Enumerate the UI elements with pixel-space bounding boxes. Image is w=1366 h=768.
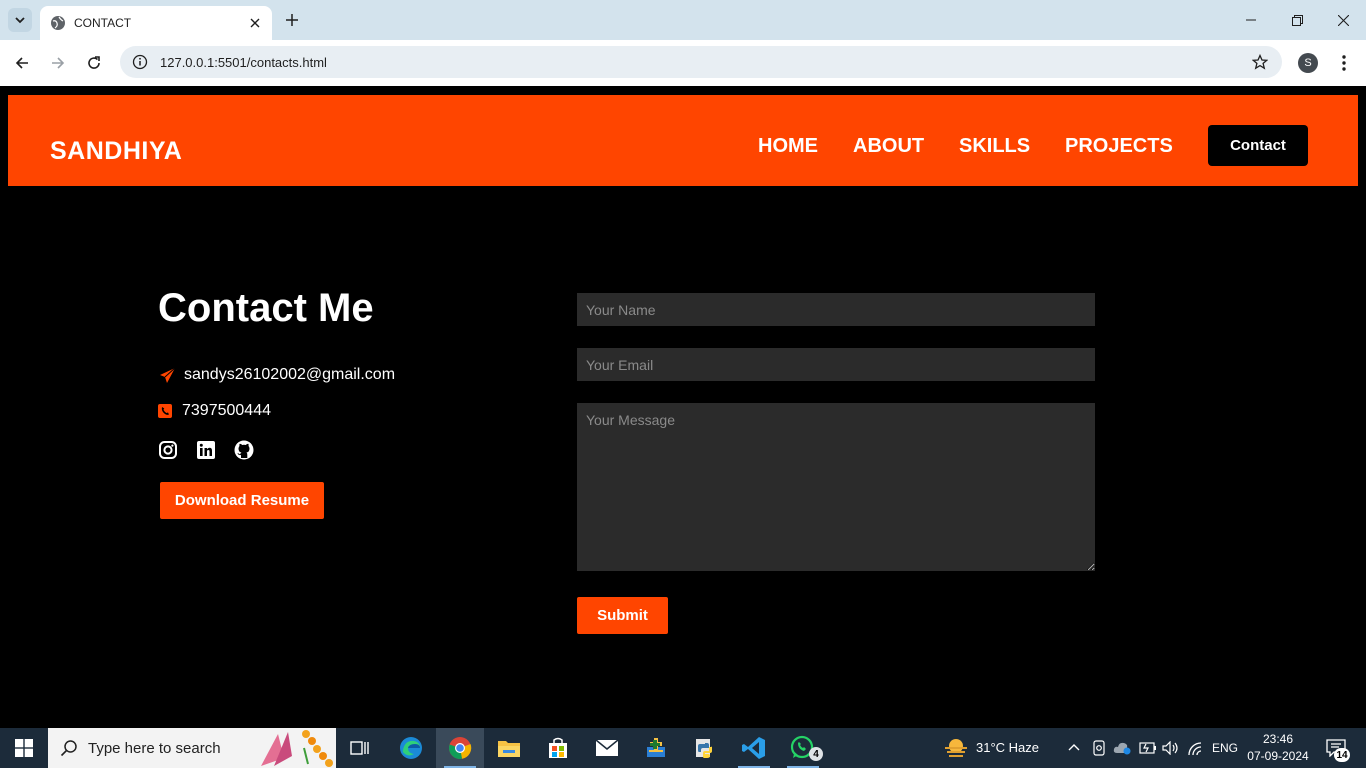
festival-decoration-icon	[261, 730, 333, 767]
email-text[interactable]: sandys26102002@gmail.com	[184, 366, 395, 384]
taskbar: Type here to search 4 31°C Haze ENG 23:4…	[0, 728, 1366, 768]
site-info-icon[interactable]	[132, 54, 148, 70]
forward-button[interactable]	[44, 49, 72, 77]
task-view-button[interactable]	[336, 728, 384, 768]
close-icon	[250, 18, 260, 28]
tab-search-dropdown[interactable]	[8, 8, 32, 32]
camera-icon[interactable]	[1092, 740, 1106, 756]
mail-icon	[595, 739, 619, 756]
chevron-up-icon[interactable]	[1068, 742, 1080, 752]
new-tab-button[interactable]	[280, 8, 304, 32]
nav-home[interactable]: HOME	[758, 135, 818, 158]
github-icon[interactable]	[234, 440, 254, 460]
nav-skills[interactable]: SKILLS	[959, 135, 1030, 158]
email-field[interactable]	[577, 348, 1095, 381]
whatsapp-badge: 4	[809, 747, 823, 761]
clock[interactable]: 23:46 07-09-2024	[1246, 731, 1310, 765]
url-text[interactable]: 127.0.0.1:5501/contacts.html	[160, 55, 1246, 70]
folder-icon	[498, 741, 520, 757]
star-icon	[1252, 54, 1268, 70]
battery-icon[interactable]	[1139, 742, 1157, 754]
browser-toolbar: 127.0.0.1:5501/contacts.html S	[0, 40, 1366, 86]
email-row: sandys26102002@gmail.com	[158, 366, 395, 384]
phone-row: 7397500444	[158, 402, 271, 420]
search-icon	[60, 740, 77, 757]
volume-icon[interactable]	[1162, 741, 1180, 755]
nav-projects[interactable]: PROJECTS	[1065, 135, 1173, 158]
phone-text[interactable]: 7397500444	[182, 402, 271, 420]
store-app[interactable]	[534, 728, 582, 768]
bookmark-button[interactable]	[1246, 48, 1274, 76]
arrow-left-icon	[15, 57, 28, 69]
vscode-icon	[742, 737, 765, 759]
message-field[interactable]	[577, 403, 1095, 571]
restore-button[interactable]	[1274, 0, 1320, 40]
task-view-icon	[350, 741, 369, 755]
linkedin-icon[interactable]	[196, 440, 216, 460]
paper-plane-icon	[158, 366, 176, 384]
taskbar-search[interactable]: Type here to search	[48, 728, 336, 768]
mail-app[interactable]	[583, 728, 631, 768]
nav-about[interactable]: ABOUT	[853, 135, 924, 158]
download-resume-button[interactable]: Download Resume	[160, 482, 324, 519]
wifi-icon[interactable]	[1188, 742, 1204, 756]
plus-icon	[286, 14, 298, 26]
page-viewport: SANDHIYA HOME ABOUT SKILLS PROJECTS Cont…	[0, 86, 1366, 728]
instagram-icon[interactable]	[158, 440, 178, 460]
store-icon	[549, 737, 567, 758]
start-button[interactable]	[0, 728, 48, 768]
back-button[interactable]	[8, 49, 36, 77]
browser-menu-button[interactable]	[1330, 49, 1358, 77]
cloud-sync-icon[interactable]	[1113, 741, 1133, 755]
chrome-icon	[449, 737, 472, 759]
browser-tab[interactable]: CONTACT	[40, 6, 272, 40]
installer-app[interactable]	[632, 728, 680, 768]
browser-tab-bar: CONTACT	[0, 0, 1366, 40]
profile-avatar[interactable]: S	[1298, 53, 1318, 73]
close-window-button[interactable]	[1320, 0, 1366, 40]
site-brand[interactable]: SANDHIYA	[50, 137, 182, 166]
contact-nav-button[interactable]: Contact	[1208, 125, 1308, 166]
minimize-button[interactable]	[1228, 0, 1274, 40]
close-icon	[1337, 14, 1349, 26]
tab-title: CONTACT	[74, 16, 132, 30]
globe-icon	[51, 16, 65, 30]
clock-date: 07-09-2024	[1247, 749, 1309, 763]
python-app[interactable]	[681, 728, 729, 768]
weather-text[interactable]: 31°C Haze	[976, 740, 1039, 755]
arrow-right-icon	[52, 57, 65, 69]
haze-weather-icon[interactable]	[944, 737, 968, 759]
address-bar[interactable]: 127.0.0.1:5501/contacts.html	[120, 46, 1282, 78]
clock-time: 23:46	[1262, 732, 1294, 746]
reload-icon	[88, 56, 100, 69]
restore-icon	[1291, 14, 1303, 26]
windows-logo-icon	[15, 739, 33, 757]
file-explorer-app[interactable]	[485, 728, 533, 768]
reload-button[interactable]	[80, 49, 108, 77]
search-placeholder: Type here to search	[88, 739, 221, 757]
chevron-down-icon	[15, 17, 25, 24]
notification-center-button[interactable]: 14	[1320, 728, 1360, 768]
vscode-app[interactable]	[730, 728, 778, 768]
notification-count: 14	[1334, 748, 1350, 762]
more-vertical-icon	[1342, 55, 1346, 71]
name-field[interactable]	[577, 293, 1095, 326]
site-header: SANDHIYA HOME ABOUT SKILLS PROJECTS Cont…	[8, 95, 1358, 186]
language-indicator[interactable]: ENG	[1212, 741, 1238, 755]
submit-button[interactable]: Submit	[577, 597, 668, 634]
chrome-app[interactable]	[436, 728, 484, 768]
whatsapp-app[interactable]: 4	[779, 728, 827, 768]
tab-close-button[interactable]	[244, 12, 266, 34]
python-icon	[696, 739, 712, 758]
social-links	[158, 440, 254, 460]
page-title: Contact Me	[158, 286, 374, 330]
edge-app[interactable]	[387, 728, 435, 768]
edge-icon	[400, 737, 422, 759]
phone-icon	[158, 402, 172, 420]
package-icon	[647, 738, 665, 757]
minimize-icon	[1246, 19, 1256, 21]
